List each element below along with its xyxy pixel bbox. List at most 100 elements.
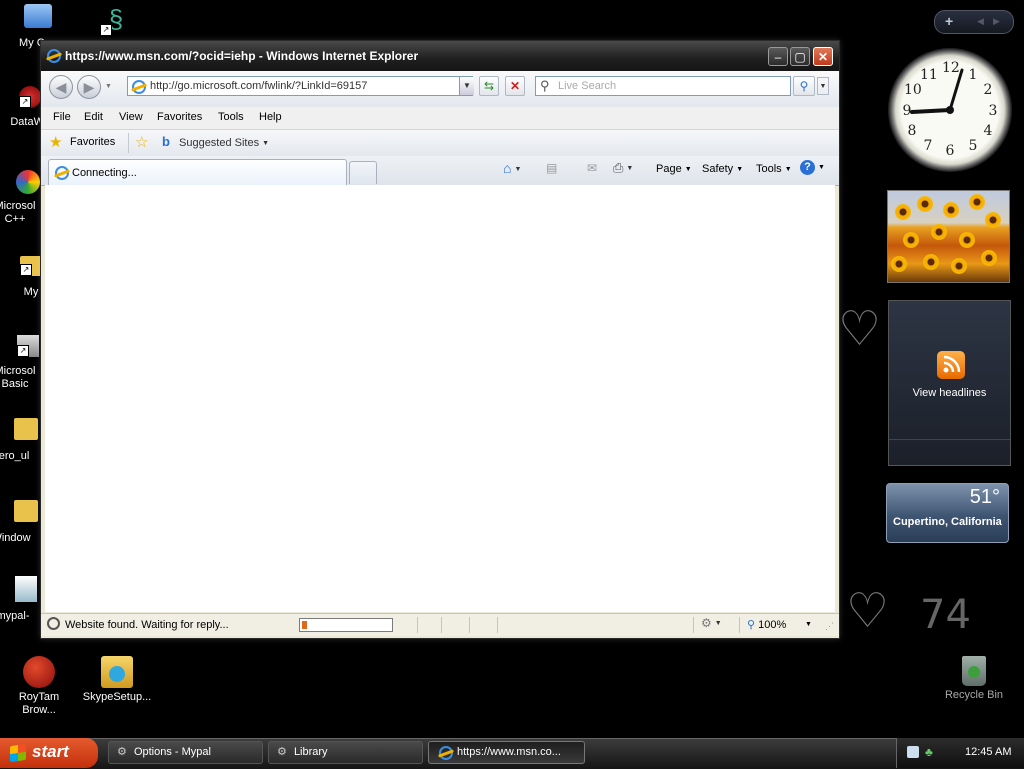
print-button[interactable]: ⎙ ▼ xyxy=(613,160,633,176)
status-text: Website found. Waiting for reply... xyxy=(65,619,229,631)
tools-menu[interactable]: Tools ▼ xyxy=(756,163,792,175)
desktop-icon-snake-app[interactable]: § ↗ xyxy=(78,4,154,39)
clock-gadget[interactable]: 12 1 2 3 4 5 6 7 8 9 10 11 xyxy=(888,48,1012,172)
taskbar-item-label: Library xyxy=(293,746,328,758)
computer-icon xyxy=(24,4,52,28)
suggested-sites-link[interactable]: Suggested Sites ▼ xyxy=(179,137,269,149)
flower-image xyxy=(968,193,986,211)
menu-bar: File Edit View Favorites Tools Help xyxy=(41,107,839,130)
recent-pages-dropdown[interactable]: ▼ xyxy=(105,83,112,90)
refresh-button[interactable]: ⇆ xyxy=(479,76,499,96)
search-button[interactable]: ⚲ xyxy=(793,76,815,96)
tray-network-icon[interactable] xyxy=(907,746,919,758)
menu-file[interactable]: File xyxy=(53,111,71,123)
suggested-sites-label: Suggested Sites xyxy=(179,137,260,149)
previous-icon[interactable]: ◀ xyxy=(977,16,984,27)
weather-gadget[interactable]: 51° Cupertino, California xyxy=(886,483,1009,543)
desktop-icon-label: RoyTam Brow... xyxy=(18,691,60,716)
read-mail-icon[interactable]: ✉ xyxy=(587,161,597,175)
minimize-button[interactable]: – xyxy=(768,47,788,66)
maximize-button[interactable]: ▢ xyxy=(790,47,810,66)
favorites-bar: ★ Favorites ☆ b Suggested Sites ▼ xyxy=(41,130,839,157)
flower-image xyxy=(980,249,998,267)
forward-button[interactable]: ▶ xyxy=(77,75,101,99)
chevron-down-icon: ▼ xyxy=(736,165,744,173)
search-input[interactable]: Live Search xyxy=(558,80,616,92)
zoom-control[interactable]: ⚲ 100% xyxy=(747,618,786,631)
add-gadget-icon[interactable]: + xyxy=(945,13,953,29)
taskbar-item-library[interactable]: ⚙ Library xyxy=(268,741,423,764)
desktop-icon-label: Microsol C++ xyxy=(0,200,36,225)
heart-outline-icon: ♡ xyxy=(846,585,890,638)
recycle-bin-icon xyxy=(962,656,986,686)
menu-help[interactable]: Help xyxy=(259,111,282,123)
flower-image xyxy=(890,255,908,273)
start-button[interactable]: start xyxy=(0,738,98,768)
flower-image xyxy=(894,203,912,221)
slideshow-gadget[interactable] xyxy=(887,190,1010,283)
tray-app-icon[interactable]: ♣ xyxy=(925,745,933,759)
view-headlines-link[interactable]: View headlines xyxy=(889,387,1010,399)
taskbar-item-msn[interactable]: https://www.msn.co... xyxy=(428,741,585,764)
home-button[interactable]: ⌂ ▼ xyxy=(503,160,521,176)
zoom-level: 100% xyxy=(758,619,787,631)
help-button[interactable]: ? ▼ xyxy=(800,160,825,175)
desktop-icon-label: aero_ul xyxy=(0,450,30,462)
protected-mode-icon[interactable]: ⚙ ▼ xyxy=(701,616,722,630)
desktop-icon-recycle-bin[interactable]: Recycle Bin xyxy=(936,656,1012,702)
sidebar-control[interactable]: + ◀ ▶ xyxy=(934,10,1014,34)
visual-studio-icon xyxy=(16,170,40,194)
address-dropdown[interactable]: ▼ xyxy=(459,77,474,95)
internet-explorer-icon xyxy=(47,49,61,63)
search-box[interactable]: ⚲ Live Search xyxy=(535,76,791,96)
zoom-icon: ⚲ xyxy=(747,619,756,631)
resize-grip-icon[interactable]: ⋰ xyxy=(825,621,834,632)
add-to-favorites-icon[interactable]: ☆ xyxy=(135,133,148,151)
search-options-dropdown[interactable]: ▼ xyxy=(817,77,829,95)
gear-icon: ⚙ xyxy=(277,746,287,758)
flower-image xyxy=(916,195,934,213)
divider xyxy=(497,617,498,633)
safety-menu-label: Safety xyxy=(702,163,734,175)
menu-tools[interactable]: Tools xyxy=(218,111,244,123)
desktop-icon-label: mypal- xyxy=(0,610,30,622)
page-content-area[interactable] xyxy=(45,185,835,612)
close-button[interactable]: ✕ xyxy=(813,47,833,66)
menu-favorites[interactable]: Favorites xyxy=(157,111,202,123)
zoom-dropdown[interactable]: ▼ xyxy=(805,621,812,628)
stop-button[interactable]: ✕ xyxy=(505,76,525,96)
gear-icon: ⚙ xyxy=(117,746,127,758)
menu-view[interactable]: View xyxy=(119,111,143,123)
address-input[interactable]: http://go.microsoft.com/fwlink/?LinkId=6… xyxy=(150,80,367,92)
clock-hands xyxy=(910,68,964,114)
address-bar[interactable]: http://go.microsoft.com/fwlink/?LinkId=6… xyxy=(127,76,473,96)
rss-icon xyxy=(937,351,965,379)
flower-image xyxy=(942,201,960,219)
chevron-down-icon: ▼ xyxy=(262,139,270,147)
bing-icon: b xyxy=(162,134,170,149)
internet-explorer-window[interactable]: https://www.msn.com/?ocid=iehp - Windows… xyxy=(40,40,840,639)
tools-menu-label: Tools xyxy=(756,163,782,175)
taskbar-item-label: Options - Mypal xyxy=(133,746,211,758)
feeds-icon[interactable]: ▤ xyxy=(546,161,557,175)
favorites-button[interactable]: Favorites xyxy=(70,136,115,148)
tab-connecting[interactable]: Connecting... xyxy=(48,159,347,185)
heart-outline-icon: ♡ xyxy=(838,303,882,356)
taskbar-item-options-mypal[interactable]: ⚙ Options - Mypal xyxy=(108,741,263,764)
back-button[interactable]: ◀ xyxy=(49,75,73,99)
next-icon[interactable]: ▶ xyxy=(993,16,1000,27)
divider xyxy=(469,617,470,633)
flower-image xyxy=(958,231,976,249)
feed-headlines-gadget[interactable]: View headlines xyxy=(888,300,1011,466)
safety-menu[interactable]: Safety ▼ xyxy=(702,163,743,175)
favorites-star-icon: ★ xyxy=(49,134,63,151)
desktop-icon-skype-setup[interactable]: SkypeSetup... xyxy=(79,656,155,704)
new-tab-button[interactable] xyxy=(349,161,377,184)
tray-clock[interactable]: 12:45 AM xyxy=(965,746,1011,758)
page-menu[interactable]: Page ▼ xyxy=(656,163,692,175)
title-bar[interactable]: https://www.msn.com/?ocid=iehp - Windows… xyxy=(41,41,839,71)
progress-bar xyxy=(299,618,393,632)
menu-edit[interactable]: Edit xyxy=(84,111,103,123)
desktop-icon-roytam-browser[interactable]: RoyTam Brow... xyxy=(1,656,77,717)
weather-city: Cupertino, California xyxy=(893,516,1002,528)
